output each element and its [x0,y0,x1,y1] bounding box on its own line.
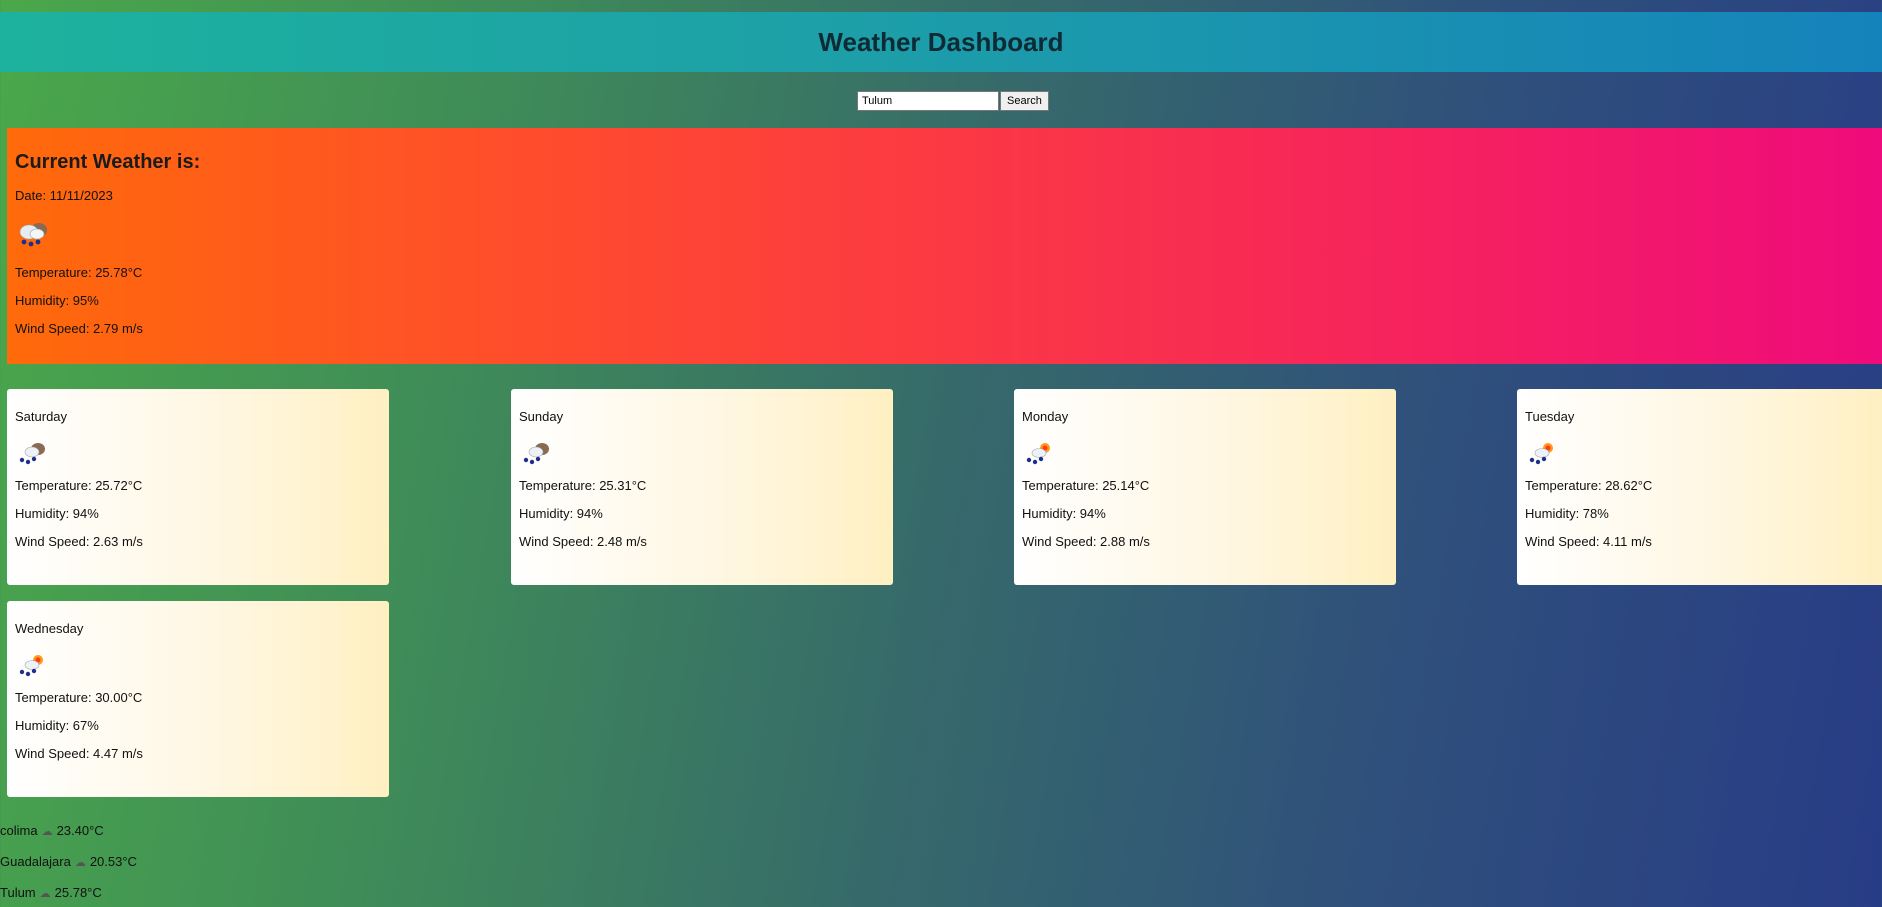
sun-rain-icon [1525,438,1874,470]
forecast-temperature: Temperature: 25.72°C [15,478,143,493]
recent-city-temp: 23.40°C [56,823,104,838]
forecast-wind-speed: Wind Speed: 4.11 m/s [1525,534,1652,549]
search-bar: Search [857,91,1049,111]
sun-rain-icon [15,650,381,682]
recent-city-item[interactable]: Guadalajara ☁ 20.53°C [0,854,137,871]
forecast-card: Wednesday Temperature: 30.00°C Humidity:… [7,601,389,797]
page-title: Weather Dashboard [818,26,1064,57]
current-temperature: Temperature: 25.78°C [15,265,143,280]
recent-city-temp: 25.78°C [54,885,102,900]
forecast-day: Saturday [15,409,68,424]
forecast-day: Monday [1022,409,1069,424]
current-weather-title: Current Weather is: [15,151,201,173]
forecast-humidity: Humidity: 94% [15,506,99,521]
current-weather-panel: Current Weather is: Date: 11/11/2023 Tem… [7,128,1882,364]
recent-city-name: Tulum [0,885,36,900]
forecast-humidity: Humidity: 94% [519,506,603,521]
forecast-temperature: Temperature: 25.31°C [519,478,647,493]
forecast-temperature: Temperature: 30.00°C [15,690,143,705]
search-input[interactable] [857,91,999,111]
search-button[interactable]: Search [1000,91,1049,111]
recent-city-name: colima [0,823,38,838]
cloud-icon: ☁ [74,857,86,869]
cloud-icon: ☁ [41,826,53,838]
forecast-temperature: Temperature: 28.62°C [1525,478,1653,493]
header: Weather Dashboard [0,12,1882,72]
recent-city-name: Guadalajara [0,854,71,869]
forecast-wind-speed: Wind Speed: 4.47 m/s [15,746,143,761]
cloud-icon: ☁ [39,888,51,900]
forecast-humidity: Humidity: 67% [15,718,99,733]
forecast-humidity: Humidity: 94% [1022,506,1106,521]
current-date: Date: 11/11/2023 [15,188,113,203]
recent-city-item[interactable]: Tulum ☁ 25.78°C [0,885,137,902]
forecast-card: Monday Temperature: 25.14°C Humidity: 94… [1014,389,1396,585]
recent-city-temp: 20.53°C [89,854,137,869]
forecast-card: Tuesday Temperature: 28.62°C Humidity: 7… [1517,389,1882,585]
forecast-day: Sunday [519,409,564,424]
forecast-card: Sunday Temperature: 25.31°C Humidity: 94… [511,389,893,585]
current-humidity: Humidity: 95% [15,293,99,308]
cloud-rain-icon [519,438,885,470]
current-wind-speed: Wind Speed: 2.79 m/s [15,321,143,336]
forecast-day: Tuesday [1525,409,1575,424]
forecast-humidity: Humidity: 78% [1525,506,1609,521]
forecast-day: Wednesday [15,621,84,636]
forecast-wind-speed: Wind Speed: 2.48 m/s [519,534,647,549]
forecast-wind-speed: Wind Speed: 2.88 m/s [1022,534,1150,549]
forecast-card: Saturday Temperature: 25.72°C Humidity: … [7,389,389,585]
recent-searches: colima ☁ 23.40°C Guadalajara ☁ 20.53°C Tulum… [0,823,137,907]
sun-rain-icon [1022,438,1388,470]
cloud-rain-icon [15,217,1874,253]
forecast-temperature: Temperature: 25.14°C [1022,478,1150,493]
cloud-rain-icon [15,438,381,470]
recent-city-item[interactable]: colima ☁ 23.40°C [0,823,137,840]
forecast-wind-speed: Wind Speed: 2.63 m/s [15,534,143,549]
